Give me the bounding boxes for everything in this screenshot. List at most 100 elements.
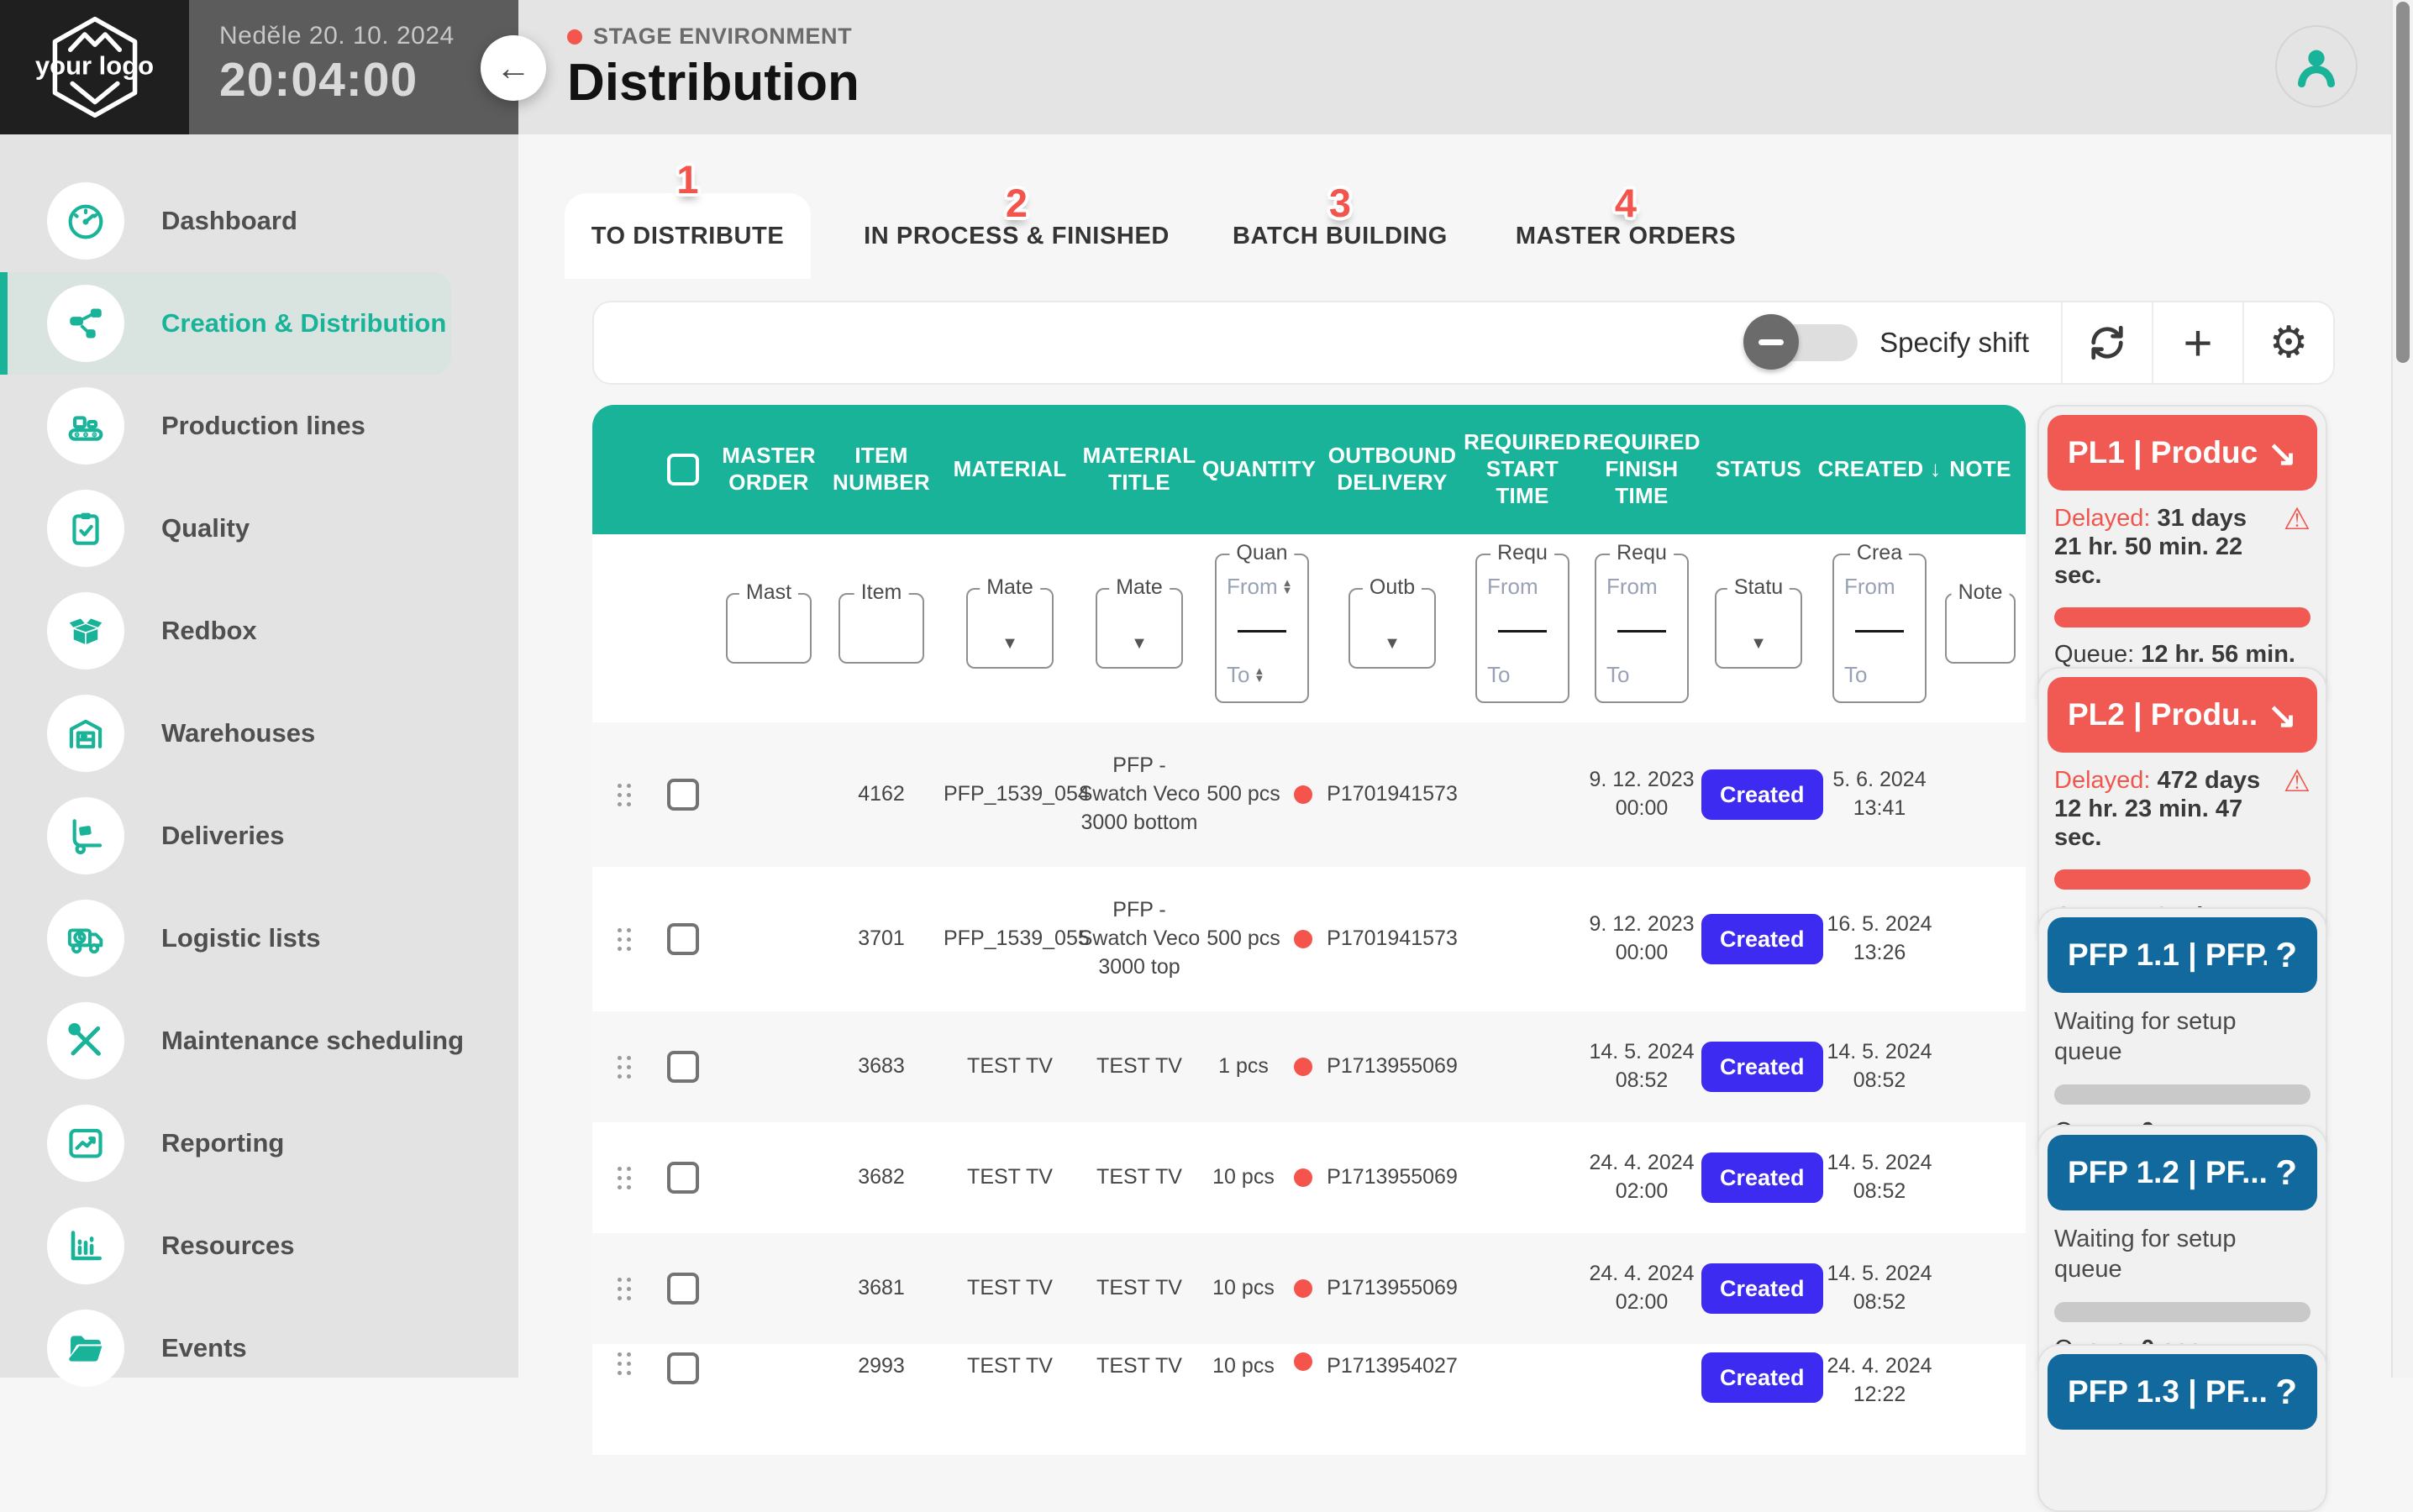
col-item-number[interactable]: ITEM NUMBER (819, 443, 944, 496)
production-line-card-header[interactable]: PL1 | Produc... ↘ (2048, 415, 2317, 491)
table-row[interactable]: 2993 TEST TV TEST TV 10 pcs P1713954027 … (592, 1344, 2026, 1455)
specify-shift-label: Specify shift (1879, 327, 2029, 359)
production-line-card-header[interactable]: PFP 1.2 | PF... ? (2048, 1135, 2317, 1210)
filter-required-finish-range[interactable]: Requ From To (1595, 554, 1689, 703)
orders-table: MASTER ORDER ITEM NUMBER MATERIAL MATERI… (592, 405, 2026, 1455)
back-arrow-icon: ← (496, 48, 531, 88)
filter-material-select[interactable]: Mate▼ (966, 588, 1054, 669)
drag-handle-icon[interactable] (618, 1278, 631, 1300)
col-created[interactable]: CREATED ↓ (1816, 456, 1943, 483)
filter-item-number-input[interactable]: Item (839, 593, 924, 664)
annotation-badge-4: 4 (1615, 180, 1637, 226)
production-line-card-header[interactable]: PFP 1.1 | PFP... ? (2048, 917, 2317, 993)
question-icon[interactable]: ? (2275, 1152, 2297, 1193)
sidebar-item-deliveries[interactable]: Deliveries (0, 785, 518, 887)
production-line-card-header[interactable]: PFP 1.3 | PF... ? (2048, 1354, 2317, 1430)
sidebar-item-warehouses[interactable]: Warehouses (0, 682, 518, 785)
row-checkbox[interactable] (667, 923, 699, 955)
filter-status-select[interactable]: Statu▼ (1715, 588, 1802, 669)
table-row[interactable]: 3683 TEST TV TEST TV 1 pcs P1713955069 1… (592, 1011, 2026, 1122)
table-filter-row: Mast Item Mate▼ Mate▼ Quan From▲▼ To▲▼ O… (592, 534, 2026, 722)
col-master-order[interactable]: MASTER ORDER (718, 443, 819, 496)
filter-quantity-range[interactable]: Quan From▲▼ To▲▼ (1215, 554, 1309, 703)
specify-shift-toggle[interactable] (1750, 324, 1858, 361)
add-button[interactable]: + (2153, 302, 2242, 383)
drag-handle-icon[interactable] (618, 928, 631, 951)
production-line-card-pfp13: PFP 1.3 | PF... ? (2037, 1344, 2327, 1512)
filter-material-title-select[interactable]: Mate▼ (1096, 588, 1183, 669)
table-row[interactable]: 3682 TEST TV TEST TV 10 pcs P1713955069 … (592, 1122, 2026, 1233)
production-line-card-header[interactable]: PL2 | Produ... ↘ (2048, 677, 2317, 753)
tab-to-distribute[interactable]: 1 TO DISTRIBUTE (565, 193, 811, 279)
row-checkbox[interactable] (667, 1273, 699, 1305)
col-material-title[interactable]: MATERIAL TITLE (1076, 443, 1202, 496)
question-icon[interactable]: ? (2275, 1372, 2297, 1412)
drag-handle-icon[interactable] (618, 1352, 631, 1375)
filter-note-input[interactable]: Note (1945, 593, 2016, 664)
sidebar-nav: Dashboard Creation & Distribution Produc… (0, 134, 518, 1378)
environment-dot-icon (567, 29, 582, 45)
scrollbar-track[interactable] (2391, 0, 2413, 1378)
sidebar-item-redbox[interactable]: Redbox (0, 580, 518, 682)
refresh-button[interactable] (2063, 302, 2152, 383)
back-button[interactable]: ← (481, 35, 546, 101)
col-status[interactable]: STATUS (1701, 456, 1816, 483)
filter-outbound-select[interactable]: Outb▼ (1348, 588, 1436, 669)
col-outbound-delivery[interactable]: OUTBOUND DELIVERY (1322, 443, 1463, 496)
sidebar-item-creation-distribution[interactable]: Creation & Distribution (0, 272, 451, 375)
progress-bar (2054, 869, 2310, 890)
sidebar-item-events[interactable]: Events (0, 1297, 518, 1399)
filter-required-start-range[interactable]: Requ From To (1475, 554, 1569, 703)
table-row[interactable]: 3681 TEST TV TEST TV 10 pcs P1713955069 … (592, 1233, 2026, 1344)
table-row[interactable]: 4162 PFP_1539_054 PFP - Swatch Veco 3000… (592, 722, 2026, 867)
truck-clock-icon (47, 900, 124, 977)
toggle-knob[interactable] (1743, 314, 1799, 370)
sidebar-item-resources[interactable]: Resources (0, 1194, 518, 1297)
col-required-finish-time[interactable]: REQUIRED FINISH TIME (1582, 429, 1701, 509)
filter-master-order-input[interactable]: Mast (726, 593, 812, 664)
drag-handle-icon[interactable] (618, 784, 631, 806)
number-stepper-icon[interactable]: ▲▼ (1254, 668, 1264, 681)
queue-label: Queue: (2054, 641, 2134, 668)
chevron-down-icon: ▼ (1750, 634, 1767, 654)
scrollbar-thumb[interactable] (2396, 2, 2410, 363)
share-nodes-icon (47, 285, 124, 362)
arrow-down-right-icon[interactable]: ↘ (2268, 695, 2297, 736)
card-status-text: Waiting for setup queue (2054, 1224, 2256, 1285)
drag-handle-icon[interactable] (618, 1056, 631, 1079)
tab-batch-building[interactable]: 3 BATCH BUILDING (1210, 193, 1470, 279)
question-icon[interactable]: ? (2275, 935, 2297, 975)
tab-master-orders[interactable]: 4 MASTER ORDERS (1487, 193, 1764, 279)
table-row[interactable]: 3701 PFP_1539_055 PFP - Swatch Veco 3000… (592, 867, 2026, 1011)
sidebar-item-production-lines[interactable]: Production lines (0, 375, 518, 477)
col-material[interactable]: MATERIAL (944, 456, 1076, 483)
sidebar-item-logistic-lists[interactable]: Logistic lists (0, 887, 518, 990)
row-checkbox[interactable] (667, 1051, 699, 1083)
warehouse-icon (47, 695, 124, 772)
settings-button[interactable]: ⚙ (2244, 302, 2333, 383)
sidebar-item-dashboard[interactable]: Dashboard (0, 170, 518, 272)
status-badge: Created (1701, 769, 1823, 820)
sidebar-item-reporting[interactable]: Reporting (0, 1092, 518, 1194)
number-stepper-icon[interactable]: ▲▼ (1282, 580, 1293, 593)
select-all-checkbox[interactable] (667, 454, 699, 486)
tab-in-process-finished[interactable]: 2 IN PROCESS & FINISHED (844, 193, 1189, 279)
refresh-icon (2085, 321, 2129, 365)
arrow-down-right-icon[interactable]: ↘ (2268, 433, 2297, 474)
drag-handle-icon[interactable] (618, 1167, 631, 1189)
row-checkbox[interactable] (667, 779, 699, 811)
sidebar-item-maintenance-scheduling[interactable]: Maintenance scheduling (0, 990, 518, 1092)
delayed-label: Delayed: (2054, 505, 2150, 532)
user-profile-button[interactable] (2275, 25, 2358, 108)
gear-icon: ⚙ (2269, 318, 2309, 368)
row-checkbox[interactable] (667, 1352, 699, 1384)
sidebar-item-quality[interactable]: Quality (0, 477, 518, 580)
col-note[interactable]: NOTE (1943, 456, 2017, 483)
status-badge: Created (1701, 1263, 1823, 1314)
clipboard-check-icon (47, 490, 124, 567)
col-required-start-time[interactable]: REQUIRED START TIME (1463, 429, 1582, 509)
filter-created-range[interactable]: Crea From To (1832, 554, 1927, 703)
col-quantity[interactable]: QUANTITY (1202, 456, 1285, 483)
row-checkbox[interactable] (667, 1162, 699, 1194)
table-toolbar: Specify shift + ⚙ (592, 301, 2335, 385)
